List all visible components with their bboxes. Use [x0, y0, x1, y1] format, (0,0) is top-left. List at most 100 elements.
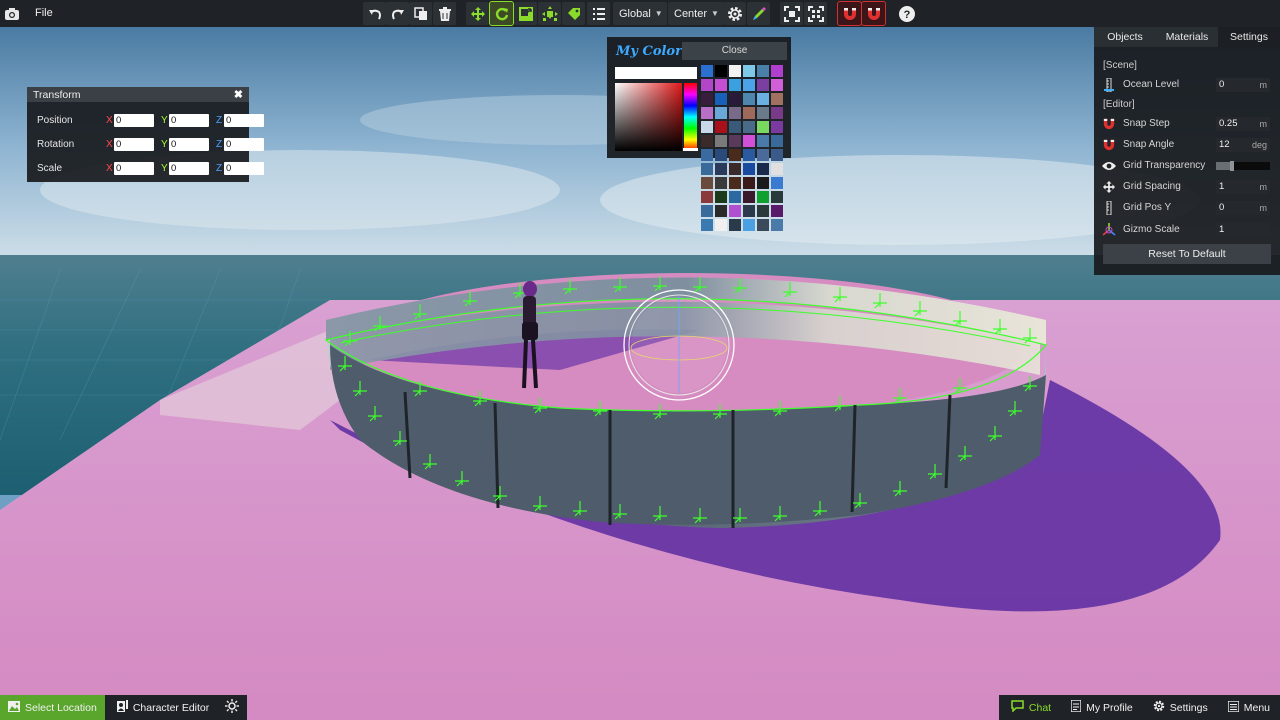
tab-materials[interactable]: Materials — [1156, 27, 1218, 47]
color-swatch[interactable] — [757, 107, 769, 119]
color-swatch[interactable] — [771, 65, 783, 77]
color-swatch[interactable] — [715, 177, 727, 189]
color-swatch[interactable] — [729, 93, 741, 105]
move-tool-icon[interactable] — [466, 2, 489, 25]
color-swatch[interactable] — [771, 191, 783, 203]
color-swatch[interactable] — [729, 205, 741, 217]
snap-angle-magnet-icon[interactable] — [861, 1, 886, 26]
position-y-input[interactable]: 0 — [169, 113, 209, 127]
color-swatch[interactable] — [701, 135, 713, 147]
hue-slider-handle[interactable] — [683, 148, 698, 151]
color-swatch[interactable] — [701, 191, 713, 203]
color-swatch[interactable] — [701, 163, 713, 175]
color-swatch[interactable] — [715, 149, 727, 161]
scale-tool-icon[interactable] — [514, 2, 537, 25]
character-editor-button[interactable]: Character Editor — [104, 695, 218, 720]
color-swatch[interactable] — [729, 149, 741, 161]
settings-gear-icon[interactable] — [723, 2, 746, 25]
color-swatch[interactable] — [715, 121, 727, 133]
color-swatch[interactable] — [771, 93, 783, 105]
color-swatch[interactable] — [757, 191, 769, 203]
grid-spacing-input[interactable]: 1m — [1216, 179, 1270, 194]
rotation-z-input[interactable]: 0 — [224, 137, 264, 151]
color-swatch[interactable] — [715, 163, 727, 175]
color-swatch[interactable] — [771, 219, 783, 231]
pivot-mode-dropdown[interactable]: Center ▼ — [668, 2, 723, 25]
color-swatch[interactable] — [743, 149, 755, 161]
color-swatch[interactable] — [729, 135, 741, 147]
my-profile-button[interactable]: My Profile — [1061, 695, 1143, 720]
snap-step-input[interactable]: 0.25 m — [1216, 116, 1270, 131]
close-icon[interactable]: ✖ — [234, 88, 243, 101]
color-swatch[interactable] — [771, 177, 783, 189]
color-swatch[interactable] — [701, 121, 713, 133]
rotate-gizmo[interactable] — [623, 289, 735, 401]
color-swatch[interactable] — [743, 205, 755, 217]
duplicate-icon[interactable] — [409, 2, 432, 25]
color-picker-icon[interactable] — [747, 2, 770, 25]
color-swatch[interactable] — [743, 121, 755, 133]
help-icon[interactable]: ? — [895, 2, 918, 25]
paint-tag-icon[interactable] — [562, 2, 585, 25]
grid-transparency-slider[interactable] — [1216, 160, 1270, 171]
color-swatch[interactable] — [715, 219, 727, 231]
color-swatch[interactable] — [757, 205, 769, 217]
color-swatch[interactable] — [757, 121, 769, 133]
color-swatch[interactable] — [757, 79, 769, 91]
color-swatch[interactable] — [701, 65, 713, 77]
color-swatch[interactable] — [771, 205, 783, 217]
color-swatch[interactable] — [771, 79, 783, 91]
hue-slider[interactable] — [683, 83, 698, 151]
color-swatch[interactable] — [771, 135, 783, 147]
color-swatch[interactable] — [729, 163, 741, 175]
space-mode-dropdown[interactable]: Global ▼ — [613, 2, 667, 25]
rotation-x-input[interactable]: 0 — [114, 137, 154, 151]
color-hex-input[interactable] — [615, 67, 697, 79]
snap-tool-icon[interactable] — [538, 2, 561, 25]
color-swatch[interactable] — [743, 219, 755, 231]
color-swatch[interactable] — [757, 163, 769, 175]
scale-y-input[interactable]: 0 — [169, 161, 209, 175]
time-of-day-button[interactable] — [217, 695, 248, 720]
menu-button[interactable]: Menu — [1217, 695, 1280, 720]
color-swatch[interactable] — [715, 135, 727, 147]
tab-settings[interactable]: Settings — [1218, 27, 1280, 47]
slider-handle[interactable] — [1230, 160, 1235, 171]
undo-icon[interactable] — [363, 2, 386, 25]
color-swatch[interactable] — [743, 93, 755, 105]
color-swatch[interactable] — [729, 107, 741, 119]
close-colors-button[interactable]: Close — [682, 42, 787, 60]
trash-icon[interactable] — [433, 2, 456, 25]
color-swatch[interactable] — [715, 79, 727, 91]
select-location-button[interactable]: Select Location — [0, 695, 105, 720]
position-z-input[interactable]: 0 — [224, 113, 264, 127]
color-swatch[interactable] — [729, 121, 741, 133]
tab-objects[interactable]: Objects — [1094, 27, 1156, 47]
color-swatch[interactable] — [743, 79, 755, 91]
color-swatch[interactable] — [729, 65, 741, 77]
color-swatch[interactable] — [715, 65, 727, 77]
settings-button[interactable]: Settings — [1142, 695, 1218, 720]
color-swatch[interactable] — [743, 163, 755, 175]
reset-to-default-button[interactable]: Reset To Default — [1103, 244, 1271, 264]
color-swatch[interactable] — [771, 149, 783, 161]
color-swatch[interactable] — [757, 219, 769, 231]
color-swatch[interactable] — [729, 219, 741, 231]
scale-x-input[interactable]: 0 — [114, 161, 154, 175]
file-menu[interactable]: File — [24, 0, 61, 27]
redo-icon[interactable] — [386, 2, 409, 25]
rotation-y-input[interactable]: 0 — [169, 137, 209, 151]
color-swatch[interactable] — [757, 177, 769, 189]
grid-pos-y-input[interactable]: 0m — [1216, 200, 1270, 215]
color-swatch[interactable] — [729, 79, 741, 91]
color-swatch[interactable] — [729, 177, 741, 189]
chat-button[interactable]: Chat — [998, 695, 1062, 720]
frame-all-icon[interactable] — [804, 2, 827, 25]
color-swatch[interactable] — [729, 191, 741, 203]
color-swatch[interactable] — [743, 191, 755, 203]
color-swatch[interactable] — [743, 107, 755, 119]
color-swatch[interactable] — [757, 93, 769, 105]
scale-z-input[interactable]: 0 — [224, 161, 264, 175]
color-swatch[interactable] — [701, 79, 713, 91]
gizmo-scale-input[interactable]: 1 — [1216, 222, 1270, 237]
